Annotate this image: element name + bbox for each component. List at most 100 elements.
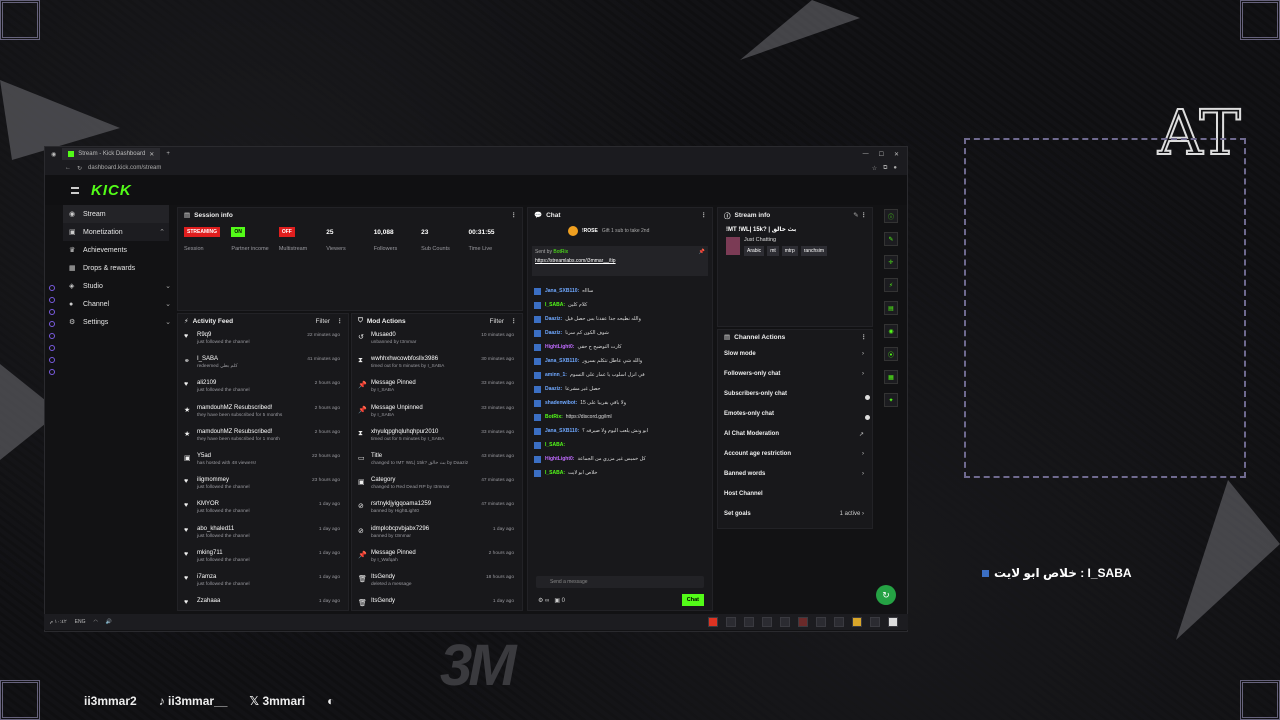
- list-item[interactable]: ♥ R9q9 just followed the channel 22 minutes…: [184, 330, 342, 354]
- list-item[interactable]: ♥ iligmommey just followed the channel 23 h…: [184, 475, 342, 499]
- list-item[interactable]: ★ mamdouhMZ Resubscribed! they have been s…: [184, 427, 342, 451]
- chat-username[interactable]: Daaziz:: [545, 330, 562, 336]
- sidebar-item-channel[interactable]: ● Channel ⌄: [45, 295, 175, 313]
- list-item[interactable]: ♥ ali2109 just followed the channel 2 hours…: [184, 378, 342, 402]
- app-icon[interactable]: [834, 617, 844, 627]
- list-item[interactable]: ↺ Musaed0 unbanned by I3mmar 10 minutes ago: [358, 330, 516, 354]
- more-icon[interactable]: ⋮: [337, 317, 344, 325]
- tab-close-icon[interactable]: ✕: [149, 151, 154, 158]
- sidebar-item-monetization[interactable]: ▣ Monetization ⌃: [63, 223, 169, 241]
- sidebar-item-studio[interactable]: ◈ Studio ⌄: [45, 277, 175, 295]
- list-item[interactable]: 📌 Message Unpinned by I_SABA 33 minutes ago: [358, 403, 516, 427]
- chat-message[interactable]: Jana_SXB110: والله شي عاطل تتكلم بسرور: [534, 354, 706, 368]
- list-item[interactable]: ⧗ wwhhxhwcowbfosllx3986 timed out for 5 mi…: [358, 354, 516, 378]
- hamburger-menu-icon[interactable]: [71, 186, 79, 194]
- tag-chip[interactable]: mt: [767, 246, 779, 256]
- app-icon[interactable]: [798, 617, 808, 627]
- sidebar-item-settings[interactable]: ⚙ Settings ⌄: [45, 313, 175, 331]
- chat-message[interactable]: Jana_SXB110: ساااه: [534, 284, 706, 298]
- filter-button[interactable]: Filter: [490, 318, 504, 325]
- chat-input[interactable]: Send a message: [536, 576, 704, 588]
- chat-message[interactable]: HightLight0: كل خميس غير مزري من الجماعة: [534, 452, 706, 466]
- list-item[interactable]: ♥ Zzahaaa 1 day ago: [184, 596, 342, 610]
- app-icon[interactable]: [708, 617, 718, 627]
- reload-icon[interactable]: ↻: [77, 165, 82, 172]
- chevron-right-icon[interactable]: ›: [862, 351, 864, 357]
- edit-icon[interactable]: ✎ ⋮: [853, 211, 867, 219]
- chat-message[interactable]: I_SABA: خلاص ابو لايت: [534, 466, 706, 480]
- list-item[interactable]: ♥ KMYOR just followed the channel 1 day ago: [184, 499, 342, 523]
- new-tab-icon[interactable]: +: [166, 151, 170, 157]
- list-item[interactable]: 🗑 ItsGendy 1 day ago: [358, 596, 516, 610]
- chat-message[interactable]: Daaziz: والله نطيحه جدا عقدنا بس حصل فيل: [534, 312, 706, 326]
- chat-username[interactable]: I_SABA:: [545, 302, 565, 308]
- channel-action-row[interactable]: Emotes-only chat: [718, 404, 872, 424]
- chat-send-button[interactable]: Chat: [681, 594, 704, 606]
- folder-icon[interactable]: [852, 617, 862, 627]
- url-field[interactable]: dashboard.kick.com/stream: [88, 165, 161, 171]
- channel-action-row[interactable]: Account age restriction ›: [718, 444, 872, 464]
- list-item[interactable]: ♥ abo_khaled11 just followed the channel 1 …: [184, 524, 342, 548]
- chat-username[interactable]: Daaziz:: [545, 316, 562, 322]
- channel-action-row[interactable]: Banned words ›: [718, 464, 872, 484]
- chat-username[interactable]: I_SABA:: [545, 442, 565, 448]
- kick-logo[interactable]: KICK: [91, 182, 132, 199]
- chat-bubble-icon[interactable]: ◉: [884, 324, 898, 338]
- bookmark-icon[interactable]: ☆: [872, 165, 877, 172]
- close-window-icon[interactable]: ✕: [894, 151, 899, 158]
- chat-message[interactable]: Daaziz: حصل غير مشرعا: [534, 382, 706, 396]
- list-item[interactable]: ▣ Category changed to Red Dead RP by I3mma…: [358, 475, 516, 499]
- chat-message[interactable]: HightLight0: كارت التوضيح ح حقي: [534, 340, 706, 354]
- minimize-icon[interactable]: —: [863, 151, 869, 158]
- support-button[interactable]: ↻: [876, 585, 896, 605]
- back-icon[interactable]: ←: [65, 165, 71, 171]
- sidebar-item-drops[interactable]: ▦ Drops & rewards: [45, 259, 175, 277]
- sidebar-item-stream[interactable]: ◉ Stream: [63, 205, 169, 223]
- chat-username[interactable]: Daaziz:: [545, 386, 562, 392]
- chat-username[interactable]: Jana_SXB110:: [545, 428, 579, 434]
- chevron-right-icon[interactable]: ›: [862, 371, 864, 377]
- chat-username[interactable]: HightLight0:: [545, 456, 574, 462]
- info-icon[interactable]: ⓘ: [884, 209, 898, 223]
- chat-message[interactable]: I_SABA: كلام كلين: [534, 298, 706, 312]
- browser-tab[interactable]: Stream - Kick Dashboard ✕: [62, 148, 161, 160]
- app-icon[interactable]: [744, 617, 754, 627]
- channel-action-row[interactable]: Set goals 1 active ›: [718, 504, 872, 524]
- grid-icon[interactable]: ▦: [884, 370, 898, 384]
- more-icon[interactable]: ⋮: [861, 333, 868, 341]
- sidebar-item-achievements[interactable]: ♛ Achievements: [45, 241, 175, 259]
- bolt-icon[interactable]: ⚡: [884, 278, 898, 292]
- channel-action-row[interactable]: AI Chat Moderation ↗: [718, 424, 872, 444]
- app-icon[interactable]: [762, 617, 772, 627]
- channel-action-row[interactable]: Host Channel: [718, 484, 872, 504]
- chat-username[interactable]: Jana_SXB110:: [545, 358, 579, 364]
- pinned-text[interactable]: https://streamlabs.com/i3mmar__/tip: [535, 258, 705, 264]
- broadcast-icon[interactable]: ⦿: [884, 347, 898, 361]
- chat-username[interactable]: Jana_SXB110:: [545, 288, 579, 294]
- chat-username[interactable]: BotRix:: [545, 414, 563, 420]
- list-item[interactable]: 📌 Message Pinned by I_SABA 33 minutes ago: [358, 378, 516, 402]
- wrench-icon[interactable]: ✦: [884, 393, 898, 407]
- doc-icon[interactable]: ▤: [884, 301, 898, 315]
- windows-start-icon[interactable]: [888, 617, 898, 627]
- list-item[interactable]: 🗑 ItsGendy deleted a message 18 hours ago: [358, 572, 516, 596]
- browser-menu-icon[interactable]: ◉: [51, 151, 56, 158]
- language-indicator[interactable]: ENG: [75, 619, 86, 625]
- app-icon[interactable]: [816, 617, 826, 627]
- tag-chip[interactable]: mtrp: [781, 246, 798, 256]
- crosshair-icon[interactable]: ✛: [884, 255, 898, 269]
- chat-message[interactable]: I_SABA:: [534, 438, 706, 452]
- list-item[interactable]: ⧗ xhyulqpghqluhqhpur2010 timed out for 5 m…: [358, 427, 516, 451]
- more-icon[interactable]: ⋮: [511, 211, 518, 219]
- chat-message[interactable]: Jana_SXB110: ابو ونش يلعب اليوم ولا صيرفه…: [534, 424, 706, 438]
- maximize-icon[interactable]: ☐: [879, 151, 884, 158]
- filter-button[interactable]: Filter: [316, 318, 330, 325]
- tag-chip[interactable]: ranchsim: [800, 246, 828, 256]
- profile-icon[interactable]: ●: [893, 165, 897, 172]
- app-icon[interactable]: [780, 617, 790, 627]
- chat-message[interactable]: Daaziz: شوف الكون كم سرنا: [534, 326, 706, 340]
- chat-username[interactable]: aminn_1:: [545, 372, 567, 378]
- list-item[interactable]: ★ mamdouhMZ Resubscribed! they have been s…: [184, 403, 342, 427]
- list-item[interactable]: ♥ mking711 just followed the channel 1 day …: [184, 548, 342, 572]
- channel-action-row[interactable]: Followers-only chat ›: [718, 364, 872, 384]
